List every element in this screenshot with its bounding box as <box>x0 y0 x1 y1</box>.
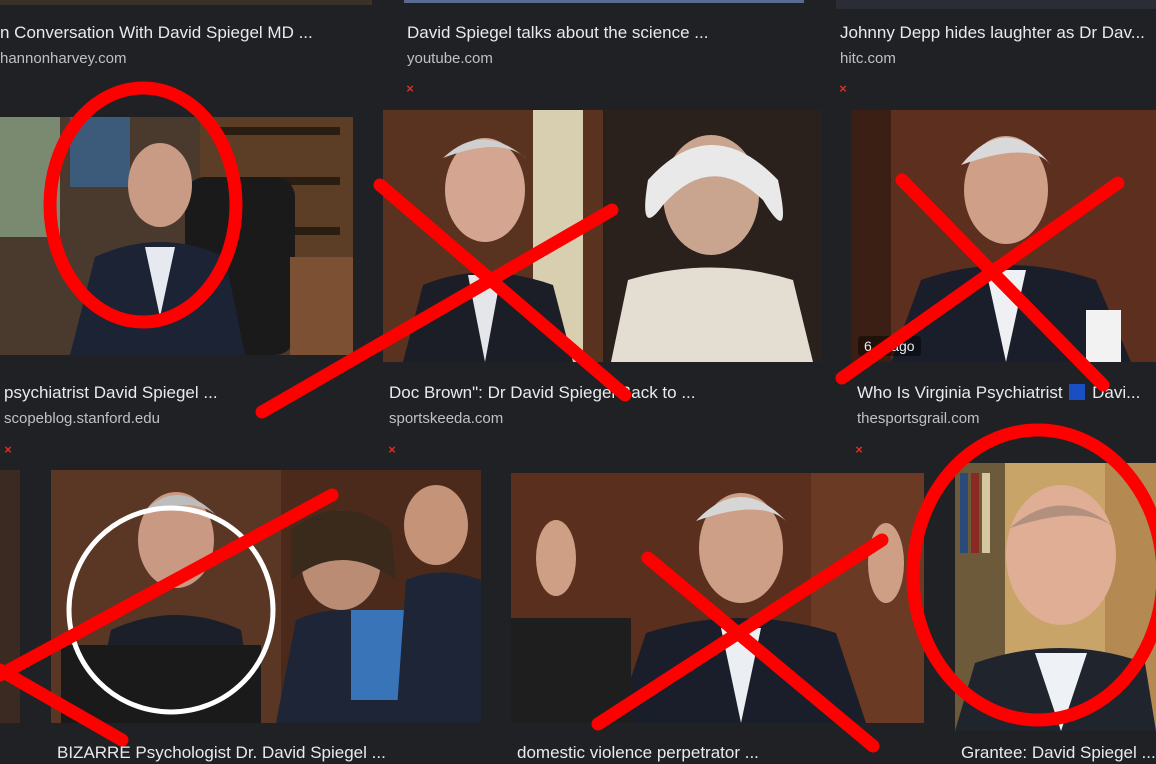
broken-image-icon: × <box>388 442 396 457</box>
result-title-5[interactable]: Doc Brown": Dr David Spiegel Back to ... <box>389 382 829 404</box>
result-thumbnail-2[interactable] <box>404 0 804 3</box>
result-thumbnail-4[interactable] <box>0 117 353 355</box>
result-source-1[interactable]: hannonharvey.com <box>0 49 372 69</box>
result-source-4[interactable]: scopeblog.stanford.edu <box>4 409 304 429</box>
result-source-3[interactable]: hitc.com <box>840 49 1140 69</box>
result-thumbnail-3[interactable] <box>836 0 1156 9</box>
result-thumbnail-1[interactable] <box>0 0 372 5</box>
depp-trial-photo <box>51 470 481 723</box>
headshot-photo <box>955 463 1156 731</box>
result-title-2[interactable]: David Spiegel talks about the science ..… <box>407 22 807 44</box>
result-title-7[interactable]: BIZARRE Psychologist Dr. David Spiegel .… <box>57 742 477 764</box>
result-title-6-part-a: Who Is Virginia Psychiatrist <box>857 383 1063 402</box>
result-source-2[interactable]: youtube.com <box>407 49 707 69</box>
broken-image-icon: × <box>4 442 12 457</box>
broken-image-icon: × <box>406 81 414 96</box>
result-thumbnail-6[interactable] <box>851 110 1156 362</box>
result-thumbnail-9[interactable] <box>955 463 1156 731</box>
flag-icon <box>1069 384 1086 400</box>
time-badge: 6 ... ago <box>858 336 921 356</box>
result-thumbnail-partial[interactable] <box>0 470 20 723</box>
result-source-6[interactable]: thesportsgrail.com <box>857 409 1156 429</box>
result-title-6[interactable]: Who Is Virginia Psychiatrist Davi... <box>857 382 1156 404</box>
result-title-1[interactable]: n Conversation With David Spiegel MD ... <box>0 22 372 44</box>
result-source-5[interactable]: sportskeeda.com <box>389 409 689 429</box>
result-thumbnail-5[interactable] <box>383 110 821 362</box>
result-title-6-part-b: Davi... <box>1092 383 1141 402</box>
result-title-3[interactable]: Johnny Depp hides laughter as Dr Dav... <box>840 22 1156 44</box>
result-thumbnail-8[interactable] <box>511 473 924 723</box>
result-title-8[interactable]: domestic violence perpetrator ... <box>517 742 917 764</box>
broken-image-icon: × <box>839 81 847 96</box>
split-photo <box>383 110 821 362</box>
courtroom-photo <box>851 110 1156 362</box>
result-title-4[interactable]: psychiatrist David Spiegel ... <box>4 382 364 404</box>
result-thumbnail-7[interactable] <box>51 470 481 723</box>
result-title-9[interactable]: Grantee: David Spiegel ... <box>961 742 1156 764</box>
office-photo <box>0 117 353 355</box>
testimony-photo <box>511 473 924 723</box>
broken-image-icon: × <box>855 442 863 457</box>
